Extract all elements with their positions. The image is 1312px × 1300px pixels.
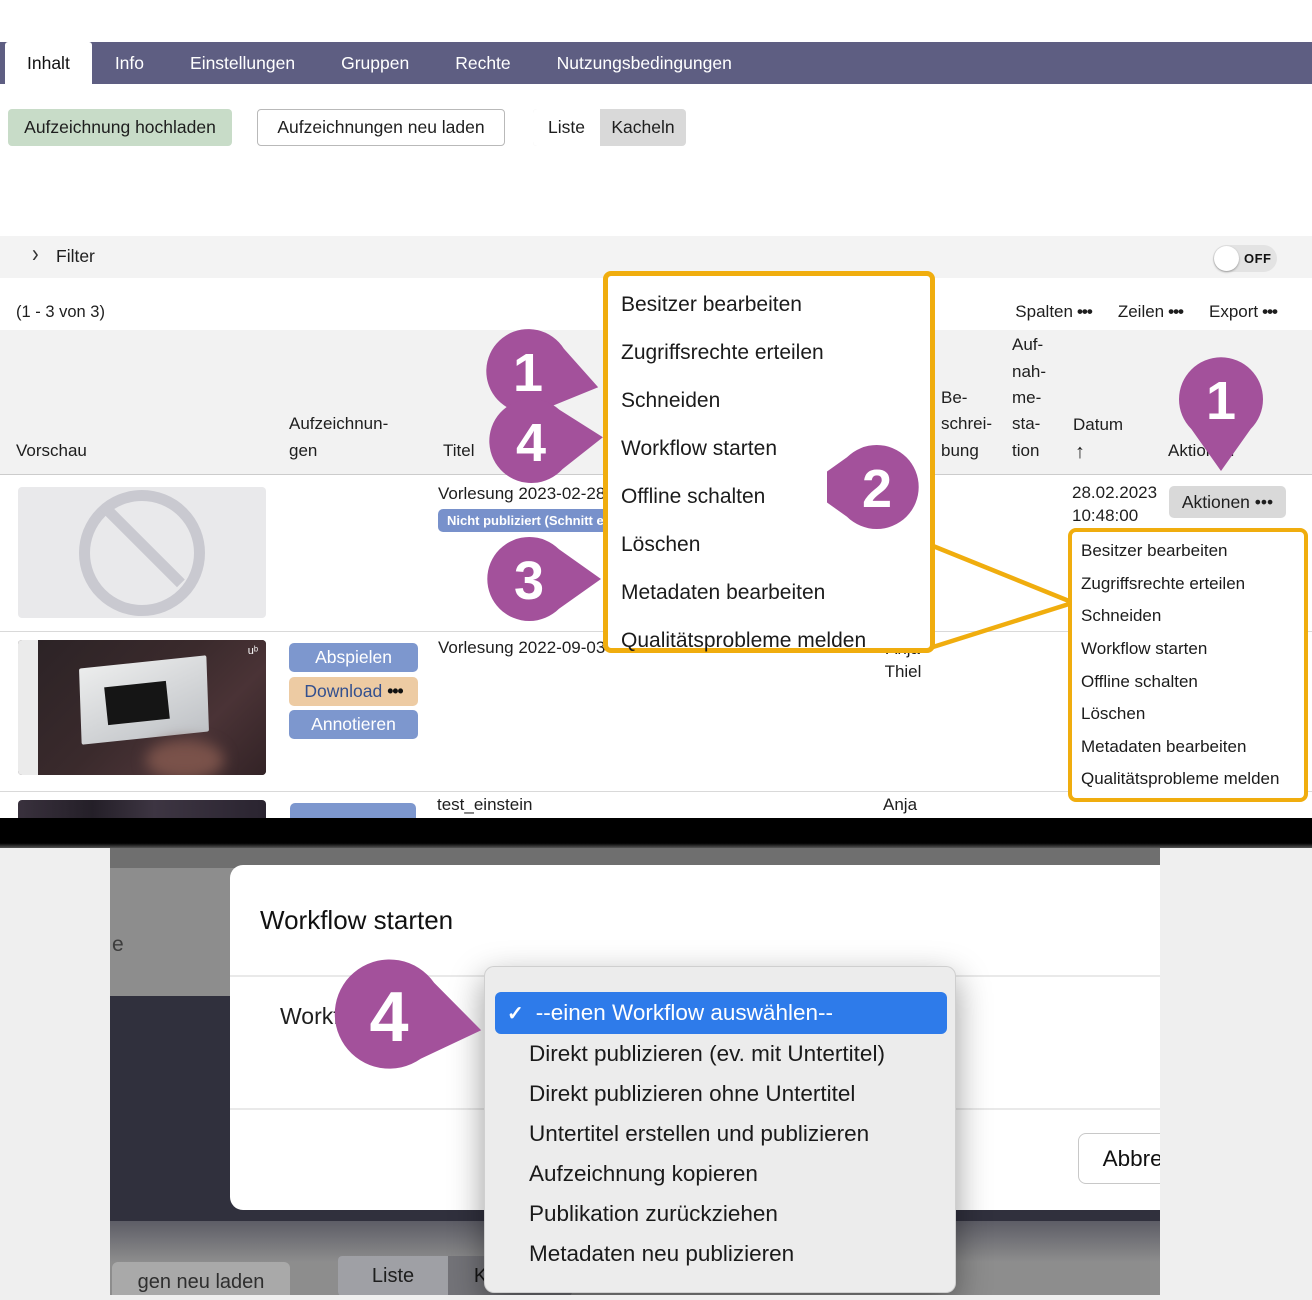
video-on-screen [104, 681, 170, 725]
view-toggle: Liste Kacheln [533, 109, 686, 146]
marker-3-metadaten: 3 [479, 529, 609, 629]
row2-annotate-button[interactable]: Annotieren [289, 710, 418, 739]
modal-backdrop: e gen neu laden Liste Kacheln Workflow s… [110, 848, 1160, 1295]
context-menu-item[interactable]: Besitzer bearbeiten [608, 281, 930, 329]
nav-tabs: InfoEinstellungenGruppenRechteNutzungsbe… [92, 42, 755, 84]
nav-tab[interactable]: Nutzungsbedingungen [534, 42, 755, 84]
column-header-beschreibung[interactable]: Be- schrei- bung [941, 385, 992, 464]
row3-owner: Anja [883, 795, 917, 815]
dropdown-selected-option[interactable]: ✓ --einen Workflow auswählen-- [495, 992, 947, 1034]
tab-inhalt[interactable]: Inhalt [5, 42, 92, 84]
context-menu-item[interactable]: Qualitätsprobleme melden [1072, 763, 1304, 796]
filter-label[interactable]: Filter [56, 246, 95, 267]
reload-recordings-button[interactable]: Aufzeichnungen neu laden [257, 109, 505, 146]
context-menu-item[interactable]: Workflow starten [1072, 633, 1304, 666]
toggle-knob [1214, 246, 1239, 271]
context-menu-item[interactable]: Workflow starten [608, 425, 930, 473]
context-menu-item[interactable]: Löschen [1072, 698, 1304, 731]
actions-context-menu: Besitzer bearbeitenZugriffsrechte erteil… [1068, 528, 1308, 802]
context-menu-item[interactable]: Offline schalten [608, 473, 930, 521]
workflow-select-dropdown: ✓ --einen Workflow auswählen-- Direkt pu… [484, 966, 956, 1293]
row2-thumbnail[interactable]: uᵇ [18, 640, 266, 775]
row1-actions-button[interactable]: Aktionen ••• [1169, 486, 1286, 518]
row1-status-badge: Nicht publiziert (Schnitt erfo [438, 509, 622, 532]
context-menu-item[interactable]: Offline schalten [1072, 665, 1304, 698]
view-toggle-tiles[interactable]: Kacheln [600, 109, 686, 146]
column-header-titel[interactable]: Titel [443, 438, 475, 464]
hand [146, 740, 224, 775]
dimmed-view-list: Liste [338, 1256, 448, 1295]
upload-recording-button[interactable]: Aufzeichnung hochladen [8, 109, 232, 146]
top-navbar: Inhalt InfoEinstellungenGruppenRechteNut… [0, 42, 1312, 84]
context-menu-item[interactable]: Metadaten bearbeiten [1072, 731, 1304, 764]
actions-context-menu-magnified: Besitzer bearbeitenZugriffsrechte erteil… [603, 271, 935, 653]
nav-tab[interactable]: Gruppen [318, 42, 432, 84]
dropdown-option[interactable]: Metadaten neu publizieren [529, 1234, 949, 1274]
cancel-button[interactable]: Abbrechen [1078, 1133, 1160, 1184]
row3-title[interactable]: test_einstein [437, 795, 532, 815]
column-header-aufzeichnungen[interactable]: Aufzeichnun- gen [289, 411, 388, 464]
workflow-field-label: Workflow [280, 1003, 374, 1030]
svg-text:3: 3 [514, 551, 544, 611]
context-menu-item[interactable]: Löschen [608, 521, 930, 569]
context-menu-item[interactable]: Schneiden [1072, 600, 1304, 633]
filter-toggle[interactable]: OFF [1213, 245, 1277, 272]
result-count: (1 - 3 von 3) [16, 303, 105, 322]
nav-tab[interactable]: Einstellungen [167, 42, 318, 84]
dropdown-option[interactable]: Aufzeichnung kopieren [529, 1154, 949, 1194]
dropdown-option[interactable]: Direkt publizieren ohne Untertitel [529, 1074, 949, 1114]
nav-tab[interactable]: Info [92, 42, 167, 84]
thumbnail-pillarbox [18, 640, 38, 775]
row3-play-button[interactable] [290, 803, 416, 818]
modal-title: Workflow starten [260, 905, 453, 936]
ellipsis-icon: ••• [1262, 302, 1277, 321]
column-header-aktionen: Aktionen [1168, 438, 1234, 464]
table-menu-link[interactable]: Zeilen••• [1118, 302, 1183, 322]
second-screenshot-area: e gen neu laden Liste Kacheln Workflow s… [0, 848, 1312, 1300]
row1-preview-placeholder [18, 487, 266, 618]
toggle-state-label: OFF [1244, 251, 1272, 266]
dropdown-option[interactable]: Untertitel erstellen und publizieren [529, 1114, 949, 1154]
checkmark-icon: ✓ [507, 1001, 524, 1026]
context-menu-item[interactable]: Zugriffsrechte erteilen [1072, 568, 1304, 601]
screenshot-canvas: Inhalt InfoEinstellungenGruppenRechteNut… [0, 0, 1312, 1300]
table-menu-link[interactable]: Export••• [1209, 302, 1277, 322]
row1-title[interactable]: Vorlesung 2023-02-28 [438, 484, 605, 504]
dropdown-option[interactable]: Publikation zurückziehen [529, 1194, 949, 1234]
context-menu-item[interactable]: Schneiden [608, 377, 930, 425]
row1-date: 28.02.2023 10:48:00 [1072, 482, 1157, 528]
context-menu-item[interactable]: Metadaten bearbeiten [608, 569, 930, 617]
column-header-vorschau[interactable]: Vorschau [16, 438, 87, 464]
view-toggle-list[interactable]: Liste [533, 109, 600, 146]
screenshot-divider-band [0, 818, 1312, 848]
ellipsis-icon: ••• [1077, 302, 1092, 321]
table-menu-link[interactable]: Spalten••• [1015, 302, 1092, 322]
no-preview-icon [79, 490, 205, 616]
row2-title[interactable]: Vorlesung 2022-09-03 [438, 638, 605, 658]
table-menus: Spalten••• Zeilen••• Export••• [1015, 302, 1277, 322]
university-logo: uᵇ [248, 645, 258, 657]
ellipsis-icon: ••• [387, 681, 402, 702]
ellipsis-icon: ••• [1168, 302, 1183, 321]
context-menu-item[interactable]: Qualitätsprobleme melden [608, 617, 930, 665]
column-header-datum[interactable]: Datum [1073, 412, 1123, 438]
backdrop-clipped-text: e [112, 933, 124, 957]
chevron-right-icon[interactable]: › [32, 240, 39, 269]
nav-tab[interactable]: Rechte [432, 42, 533, 84]
sort-ascending-icon[interactable]: ↑ [1075, 437, 1085, 468]
context-menu-item[interactable]: Zugriffsrechte erteilen [608, 329, 930, 377]
row2-play-button[interactable]: Abspielen [289, 643, 418, 672]
dimmed-reload-button: gen neu laden [112, 1262, 290, 1295]
row2-download-button[interactable]: Download ••• [289, 677, 418, 706]
column-header-aufnahmestation[interactable]: Auf- nah- me- sta- tion [1012, 332, 1046, 464]
context-menu-item[interactable]: Besitzer bearbeiten [1072, 535, 1304, 568]
row3-thumbnail[interactable] [18, 800, 266, 818]
dropdown-option[interactable]: Direkt publizieren (ev. mit Untertitel) [529, 1034, 949, 1074]
